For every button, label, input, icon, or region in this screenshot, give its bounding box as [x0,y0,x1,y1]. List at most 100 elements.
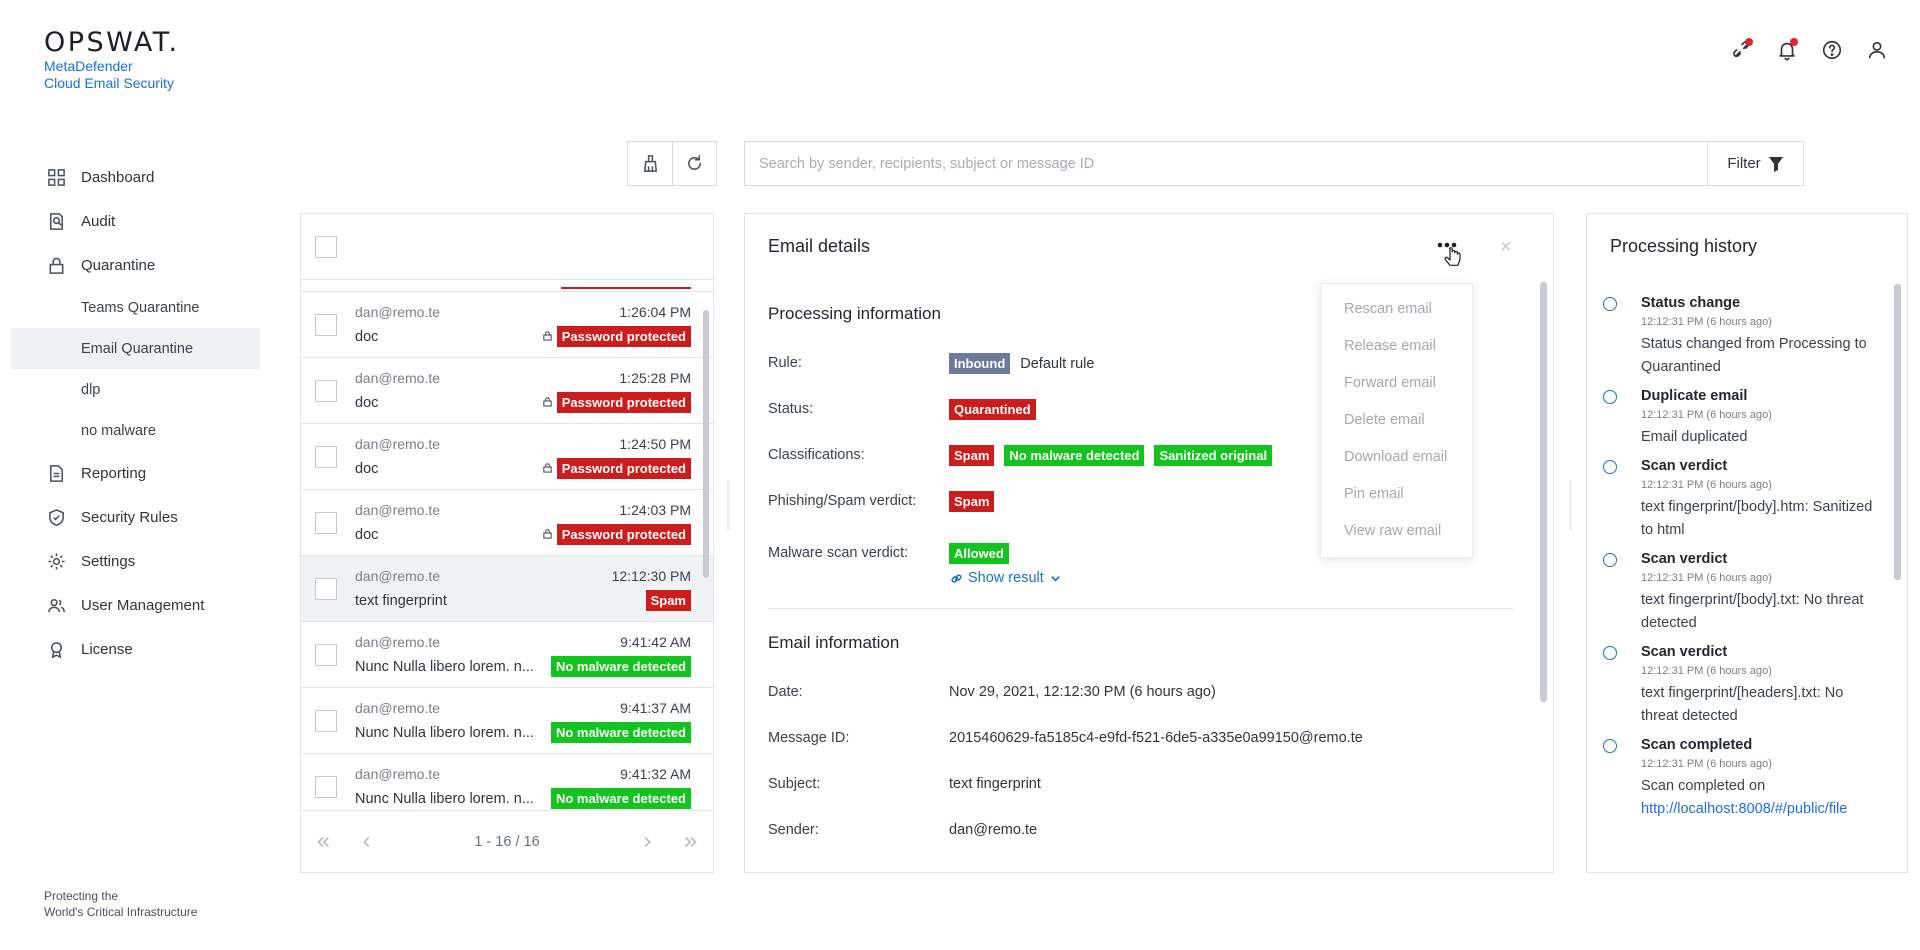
notifications-button[interactable] [1773,36,1800,63]
row-time: 12:12:30 PM [611,568,691,584]
nav-sub-teams-quarantine[interactable]: Teams Quarantine [10,287,260,328]
menu-item-release[interactable]: Release email [1321,327,1472,364]
email-row[interactable]: dan@remo.te 1:24:03 PM doc Password prote… [301,490,713,556]
user-profile-button[interactable] [1863,36,1890,63]
history-item: Status change 12:12:31 PM (6 hours ago) … [1603,294,1883,379]
email-row[interactable]: dan@remo.te 9:41:32 AM Nunc Nulla libero … [301,754,713,810]
menu-item-forward[interactable]: Forward email [1321,364,1472,401]
header-actions [1728,36,1890,63]
details-scrollbar[interactable] [1540,282,1547,702]
refresh-button[interactable] [672,142,716,185]
menu-item-download[interactable]: Download email [1321,438,1472,475]
footer-line-2: World's Critical Infrastructure [44,905,198,919]
list-scrollbar[interactable] [703,310,709,578]
history-timeline: Status change 12:12:31 PM (6 hours ago) … [1603,294,1883,829]
menu-item-delete[interactable]: Delete email [1321,401,1472,438]
panel-resize-handle[interactable] [1569,480,1572,530]
nav-item-audit[interactable]: Audit [10,199,260,243]
field-label: Classifications: [768,447,865,463]
row-checkbox[interactable] [315,379,337,402]
history-item: Scan verdict 12:12:31 PM (6 hours ago) t… [1603,550,1883,635]
close-icon[interactable]: × [1500,236,1512,259]
row-subject: Nunc Nulla libero lorem. n... [355,790,534,807]
nav-item-user-management[interactable]: User Management [10,583,260,627]
verdict-badge: Allowed [949,543,1009,564]
panel-resize-handle[interactable] [727,480,730,530]
brand-logo[interactable]: OPSWAT. MetaDefender Cloud Email Securit… [44,28,180,92]
nav-item-dashboard[interactable]: Dashboard [10,155,260,199]
select-all-checkbox[interactable] [315,235,337,258]
history-desc: text fingerprint/[headers].txt: No threa… [1641,685,1844,724]
more-actions-button[interactable] [1437,240,1467,277]
row-checkbox[interactable] [315,445,337,468]
field-label: Message ID: [768,730,850,746]
nav-sub-no-malware[interactable]: no malware [10,410,260,451]
history-item: Scan verdict 12:12:31 PM (6 hours ago) t… [1603,457,1883,542]
last-page-button[interactable] [669,833,713,851]
email-list-panel: dan@remo.te 1:26:04 PM doc Password prote… [300,213,714,873]
clear-filters-button[interactable] [628,142,672,185]
email-row[interactable]: dan@remo.te 9:41:37 AM Nunc Nulla libero … [301,688,713,754]
menu-item-view-raw[interactable]: View raw email [1321,512,1472,549]
status-badge: Password protected [556,524,691,545]
row-checkbox[interactable] [315,577,337,600]
row-checkbox[interactable] [315,643,337,666]
nav-item-label: Security Rules [81,508,178,526]
row-checkbox[interactable] [315,313,337,336]
opswat-wordmark: OPSWAT. [44,27,180,58]
prev-page-button[interactable] [345,833,389,851]
list-row-partial [301,280,713,292]
next-page-button[interactable] [625,833,669,851]
nav-item-settings[interactable]: Settings [10,539,260,583]
status-badge: No malware detected [550,656,691,677]
email-actions-menu: Rescan email Release email Forward email… [1320,283,1473,558]
field-label: Rule: [768,355,802,371]
email-row-selected[interactable]: dan@remo.te 12:12:30 PM text fingerprint … [301,556,713,622]
row-checkbox[interactable] [315,775,337,798]
email-row[interactable]: dan@remo.te 1:24:50 PM doc Password prote… [301,424,713,490]
help-button[interactable] [1818,36,1845,63]
row-subject: Nunc Nulla libero lorem. n... [355,658,534,675]
email-row[interactable]: dan@remo.te 1:26:04 PM doc Password prote… [301,292,713,358]
first-page-button[interactable] [301,833,345,851]
row-body: dan@remo.te 9:41:42 AM Nunc Nulla libero … [355,632,691,677]
row-subject: doc [355,328,379,345]
row-body: dan@remo.te 1:25:28 PM doc Password prote… [355,368,691,413]
field-label: Date: [768,684,803,700]
row-body: dan@remo.te 1:26:04 PM doc Password prote… [355,302,691,347]
row-checkbox[interactable] [315,709,337,732]
date-row: Date: Nov 29, 2021, 12:12:30 PM (6 hours… [768,671,1513,717]
nav-item-license[interactable]: License [10,627,260,671]
integration-button[interactable] [1728,36,1755,63]
nav-item-label: Audit [81,212,116,230]
rule-name: Default rule [1020,355,1095,372]
nav-sub-dlp[interactable]: dlp [10,369,260,410]
user-icon [1868,41,1885,58]
email-row[interactable]: dan@remo.te 9:41:42 AM Nunc Nulla libero … [301,622,713,688]
show-result-link[interactable]: Show result [949,570,1063,586]
status-badge: Quarantined [949,399,1036,420]
history-link[interactable]: http://localhost:8008/#/public/file [1641,798,1883,821]
message-id-value: 2015460629-fa5185c4-e9fd-f521-6de5-a335e… [949,730,1363,746]
row-checkbox[interactable] [315,511,337,534]
filter-button[interactable]: Filter [1707,142,1803,185]
menu-item-pin[interactable]: Pin email [1321,475,1472,512]
chevron-left-icon [363,836,370,847]
more-dots-pointer-icon [1437,242,1461,266]
email-row[interactable]: dan@remo.te 1:25:28 PM doc Password prote… [301,358,713,424]
row-subject: text fingerprint [355,592,447,609]
history-desc: Status changed from Processing to Quaran… [1641,336,1867,375]
row-body: dan@remo.te 12:12:30 PM text fingerprint … [355,566,691,611]
row-sender: dan@remo.te [355,304,441,320]
history-desc: Email duplicated [1641,429,1748,445]
search-input[interactable] [745,142,1707,185]
menu-item-rescan[interactable]: Rescan email [1321,290,1472,327]
nav-item-security-rules[interactable]: Security Rules [10,495,260,539]
nav-item-quarantine[interactable]: Quarantine [10,243,260,287]
nav-sub-email-quarantine[interactable]: Email Quarantine [10,328,260,369]
subject-row: Subject: text fingerprint [768,763,1513,809]
history-scrollbar[interactable] [1894,284,1901,580]
row-time: 9:41:42 AM [620,634,691,650]
nav-item-reporting[interactable]: Reporting [10,451,260,495]
field-label: Subject: [768,776,821,792]
